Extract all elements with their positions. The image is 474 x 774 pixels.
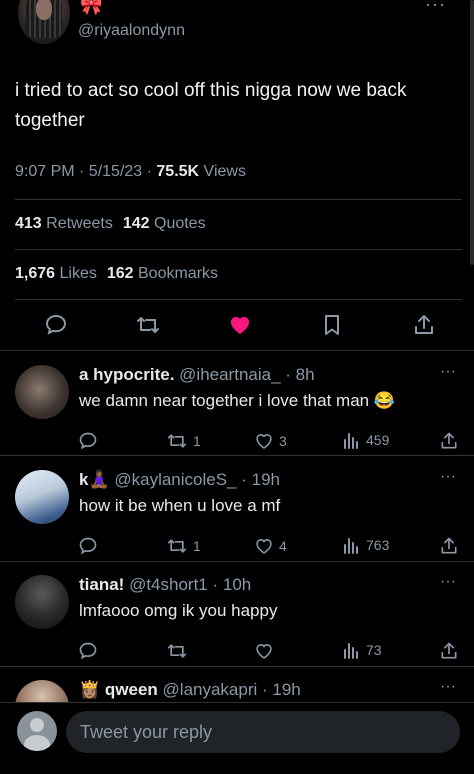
share-icon[interactable] [439,431,459,451]
reply-author-name[interactable]: tiana! [79,575,124,594]
reply-icon[interactable] [78,536,98,556]
likes-stat[interactable]: 1,676 Likes [15,265,97,282]
reply-header: a hypocrite. @iheartnaia_ · 8h [79,365,315,385]
tweet-action-bar [40,308,440,342]
reply-author-handle[interactable]: @t4short1 [129,575,208,594]
divider [0,666,474,667]
tweet-text: i tried to act so cool off this nigga no… [15,80,407,131]
reply-icon[interactable] [40,309,72,341]
reply-text: we damn near together i love that man 😂 [79,391,396,410]
reply-header: 👸🏽 qween @lanyakapri · 19h [79,680,301,700]
reply-time: · 19h [262,680,301,699]
divider [15,199,462,200]
reply-author-handle[interactable]: @iheartnaia_ [179,365,280,384]
view-count: 459 [366,432,390,448]
reply-author-name[interactable]: a hypocrite. [79,365,174,384]
reply-icon[interactable] [78,431,98,451]
like-heart-icon[interactable]: 4 [254,536,287,556]
retweet-icon[interactable]: 1 [166,536,201,556]
avatar[interactable] [15,365,69,419]
author-handle[interactable]: @riyaalondynn [78,22,185,40]
more-options-icon[interactable]: ··· [425,0,446,15]
retweet-count: 1 [193,538,201,554]
like-heart-icon[interactable] [224,309,256,341]
likes-bookmarks-stats: 1,676 Likes 162 Bookmarks [15,265,218,283]
reply-header: tiana! @t4short1 · 10h [79,575,251,595]
like-heart-icon[interactable] [254,641,279,661]
views-chart-icon[interactable]: 73 [343,641,382,659]
share-icon[interactable] [408,309,440,341]
divider [0,350,474,351]
reply-author-name[interactable]: 👸🏽 qween [79,680,158,699]
reply-action-bar: 73 [78,641,463,665]
divider [0,455,474,456]
bookmark-icon[interactable] [316,309,348,341]
reply-action-bar: 1 3 459 [78,431,463,455]
reply-header: k🧘🏾‍♀️ @kaylanicoleS_ · 19h [79,470,280,490]
views-chart-icon[interactable]: 763 [343,536,389,554]
avatar[interactable] [15,575,69,629]
divider [0,561,474,562]
reply-time: · 19h [241,470,280,489]
more-options-icon[interactable]: ··· [440,573,456,591]
views-count: 75.5K [156,163,200,180]
reply-input[interactable] [66,711,460,753]
reply-author-name[interactable]: k🧘🏾‍♀️ [79,470,110,489]
retweet-quote-stats: 413 Retweets 142 Quotes [15,215,206,233]
reply-author-handle[interactable]: @kaylanicoleS_ [114,470,236,489]
reply-action-bar: 1 4 763 [78,536,463,560]
tweet-meta: 9:07 PM · 5/15/23 · 75.5K Views [15,163,246,181]
view-count: 763 [366,537,390,553]
tweet-timestamp[interactable]: 9:07 PM · 5/15/23 · [15,163,156,180]
views-chart-icon[interactable]: 459 [343,431,389,449]
more-options-icon[interactable]: ··· [440,363,456,381]
reply-text: lmfaooo omg ik you happy [79,601,278,620]
divider [15,299,462,300]
retweet-icon[interactable] [166,641,193,661]
avatar[interactable] [18,0,70,44]
retweet-count: 1 [193,433,201,449]
reply-text: how it be when u love a mf [79,496,281,515]
like-count: 3 [279,433,287,449]
main-tweet-header: 🎀 @riyaalondynn ··· [16,0,456,48]
view-count: 73 [366,642,382,658]
divider [15,249,462,250]
like-heart-icon[interactable]: 3 [254,431,287,451]
more-options-icon[interactable]: ··· [440,468,456,486]
reply-time: · 8h [285,365,315,384]
reply-composer [0,702,474,774]
retweets-stat[interactable]: 413 Retweets [15,215,113,232]
bookmarks-stat[interactable]: 162 Bookmarks [107,265,218,282]
avatar[interactable] [15,470,69,524]
reply-author-handle[interactable]: @lanyakapri [163,680,258,699]
reply-icon[interactable] [78,641,98,661]
share-icon[interactable] [439,641,459,661]
more-options-icon[interactable]: ··· [440,678,456,696]
retweet-icon[interactable] [132,309,164,341]
share-icon[interactable] [439,536,459,556]
scrollbar[interactable] [470,0,474,265]
avatar[interactable] [17,711,57,751]
bow-emoji-icon: 🎀 [80,0,103,16]
reply-time: · 10h [212,575,252,594]
quotes-stat[interactable]: 142 Quotes [123,215,206,232]
retweet-icon[interactable]: 1 [166,431,201,451]
like-count: 4 [279,538,287,554]
views-label: Views [199,163,246,180]
